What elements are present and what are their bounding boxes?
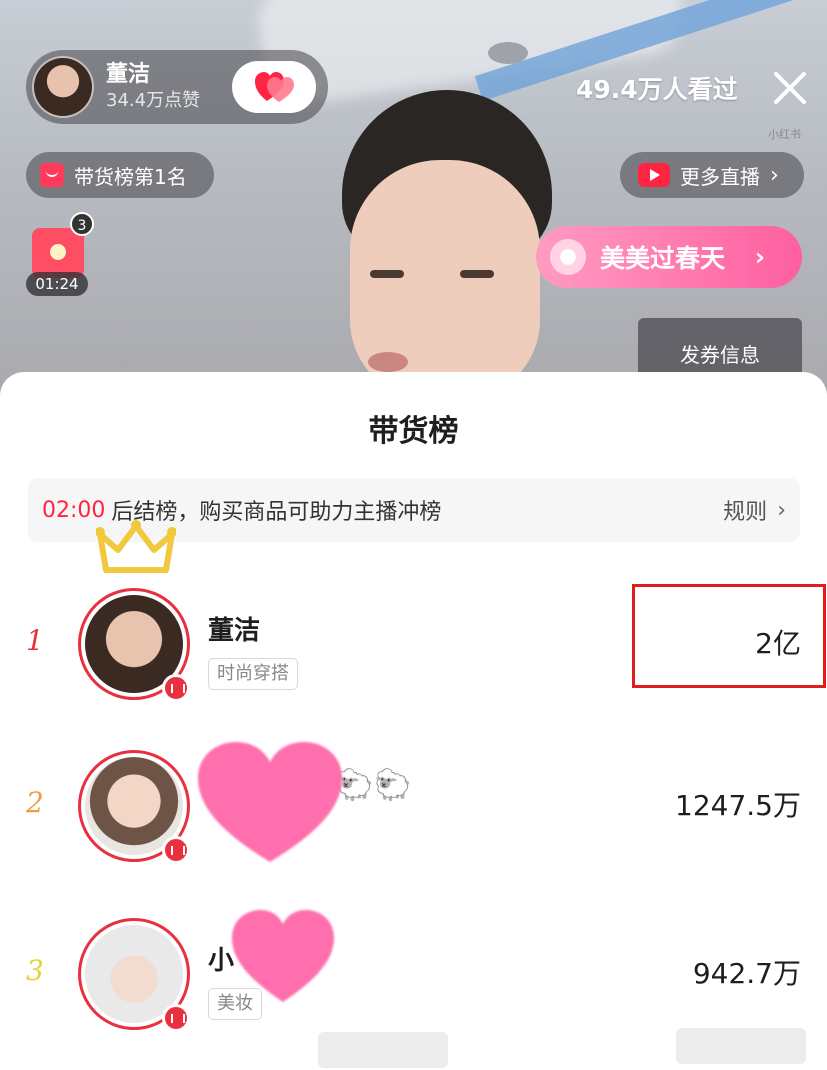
streamer-name: 董洁 [208, 616, 261, 646]
shopping-bag-icon [40, 163, 64, 187]
sales-value: 1247.5万 [675, 789, 801, 822]
sheep-emoji-icon: 🐑 [374, 768, 412, 803]
rank-number: 1 [26, 624, 44, 657]
red-packet-button[interactable]: 3 01:24 [26, 212, 94, 296]
host-info-pill[interactable]: 董洁 34.4万点赞 [26, 50, 328, 124]
ceiling-fixture [488, 42, 528, 64]
rank-number: 2 [26, 786, 44, 819]
follow-heart-button[interactable] [232, 61, 316, 113]
leaderboard-row[interactable]: 3 小 ni 美妆 942.7万 [0, 910, 827, 1042]
watermark: 小红书 [768, 128, 801, 141]
rank-badge-button[interactable]: 带货榜第1名 [26, 152, 214, 198]
blurred-watermark [676, 1028, 806, 1064]
red-packet-count: 3 [70, 212, 94, 236]
streamer-figure [330, 90, 570, 400]
privacy-heart-sticker [232, 910, 334, 1002]
more-live-label: 更多直播 [680, 164, 760, 189]
sheet-title: 带货榜 [368, 414, 459, 449]
flower-icon [550, 239, 586, 275]
rank-number: 3 [26, 954, 44, 987]
leaderboard-row[interactable]: 2 🐑 🐑 1247.5万 [0, 742, 827, 874]
rules-link[interactable]: 规则 [723, 494, 767, 526]
live-indicator-icon [162, 836, 190, 864]
chevron-right-icon: › [755, 243, 765, 271]
event-banner-button[interactable]: 美美过春天 › [536, 226, 802, 288]
host-likes: 34.4万点赞 [106, 90, 201, 111]
live-indicator-icon [162, 1004, 190, 1032]
double-heart-icon [255, 72, 294, 102]
live-indicator-icon [162, 674, 190, 702]
play-icon [638, 163, 670, 187]
sales-value: 942.7万 [692, 957, 801, 990]
event-label: 美美过春天 [600, 244, 726, 273]
crown-icon [96, 520, 176, 573]
more-live-button[interactable]: 更多直播 › [620, 152, 804, 198]
rank-badge-label: 带货榜第1名 [74, 164, 187, 189]
viewer-count: 49.4万人看过 [576, 75, 738, 104]
highlight-annotation-box [632, 584, 826, 688]
chevron-right-icon: › [770, 162, 779, 188]
sales-leaderboard-sheet: 带货榜 02:00 后结榜，购买商品可助力主播冲榜 规则 › 1 董洁 时尚穿搭… [0, 372, 827, 1070]
host-name: 董洁 [106, 62, 151, 87]
close-icon[interactable] [770, 68, 810, 108]
privacy-heart-sticker [198, 742, 342, 862]
chevron-right-icon: › [777, 497, 786, 523]
countdown-timer: 02:00 [42, 497, 106, 523]
host-avatar[interactable] [32, 56, 94, 118]
category-tag: 时尚穿搭 [208, 658, 298, 690]
blurred-watermark [318, 1032, 448, 1068]
red-packet-timer: 01:24 [26, 272, 88, 296]
red-envelope-icon [32, 228, 84, 278]
